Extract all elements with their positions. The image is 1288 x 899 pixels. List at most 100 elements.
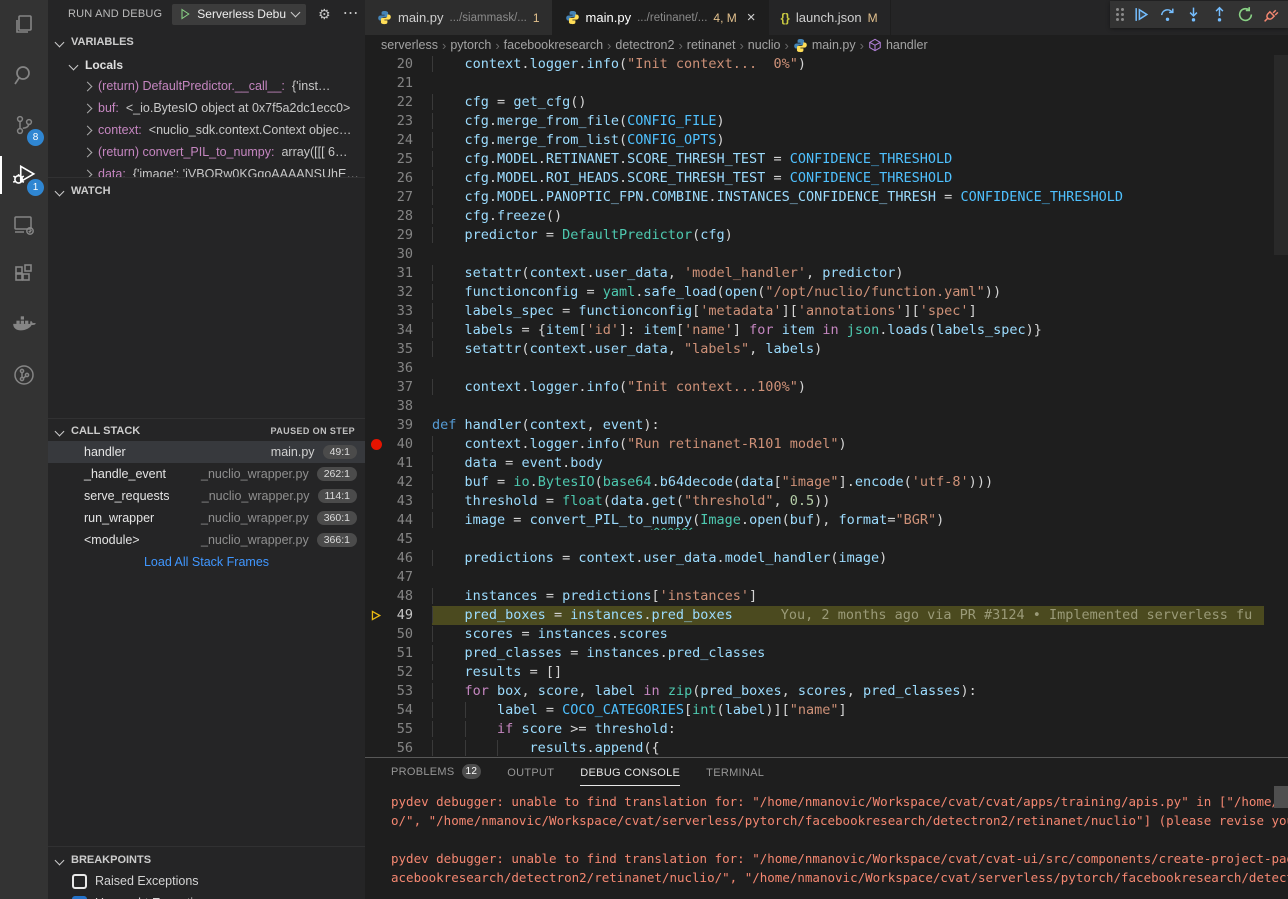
sidebar-item-docker[interactable]: [0, 300, 48, 350]
locals-scope-row[interactable]: Locals: [48, 55, 365, 75]
breadcrumb-item-main-py[interactable]: main.py: [793, 38, 856, 53]
panel-tab-terminal[interactable]: TERMINAL: [706, 767, 764, 786]
variable-row[interactable]: context: <nuclio_sdk.context.Context obj…: [48, 119, 365, 141]
sidebar-item-run-and-debug[interactable]: 1: [0, 150, 48, 200]
breakpoint-row[interactable]: ✓Uncaught Exceptions: [48, 892, 365, 899]
panel-scrollbar[interactable]: [1274, 786, 1288, 808]
watch-section-header[interactable]: WATCH: [48, 181, 365, 201]
continue-button[interactable]: [1130, 4, 1152, 26]
variable-row[interactable]: buf: <_io.BytesIO object at 0x7f5a2dc1ec…: [48, 97, 365, 119]
breadcrumb-item-pytorch[interactable]: pytorch: [450, 38, 491, 52]
checkbox[interactable]: ✓: [72, 896, 87, 899]
breakpoint-gutter[interactable]: [365, 321, 387, 340]
breakpoint-gutter[interactable]: [365, 302, 387, 321]
tab-main-py[interactable]: main.py.../siammask/...1: [365, 0, 553, 35]
breakpoint-gutter[interactable]: [365, 74, 387, 93]
breakpoint-gutter[interactable]: [365, 264, 387, 283]
close-icon[interactable]: ×: [747, 9, 756, 26]
breakpoint-gutter[interactable]: [365, 701, 387, 720]
breakpoint-gutter[interactable]: [365, 739, 387, 757]
breadcrumb-item-serverless[interactable]: serverless: [381, 38, 438, 52]
breakpoint-gutter[interactable]: [365, 511, 387, 530]
breakpoint-gutter[interactable]: [365, 492, 387, 511]
panel-tab-debug-console[interactable]: DEBUG CONSOLE: [580, 767, 680, 786]
console-line: pydev debugger: unable to find translati…: [391, 849, 1288, 868]
git-graph-icon: [12, 363, 36, 387]
breakpoint-gutter[interactable]: [365, 359, 387, 378]
variable-row[interactable]: (return) convert_PIL_to_numpy: array([[[…: [48, 141, 365, 163]
breakpoint-gutter[interactable]: [365, 473, 387, 492]
breakpoint-gutter[interactable]: [365, 188, 387, 207]
step-out-button[interactable]: [1208, 4, 1230, 26]
sidebar-item-source-control[interactable]: 8: [0, 100, 48, 150]
breadcrumb-item-retinanet[interactable]: retinanet: [687, 38, 736, 52]
sidebar-item-search[interactable]: [0, 50, 48, 100]
breadcrumb-item-facebookresearch[interactable]: facebookresearch: [504, 38, 603, 52]
breakpoint-gutter[interactable]: [365, 568, 387, 587]
breakpoint-gutter[interactable]: [365, 530, 387, 549]
sidebar-item-remote-explorer[interactable]: [0, 200, 48, 250]
restart-icon: [1237, 6, 1254, 23]
breakpoint-gutter[interactable]: [365, 644, 387, 663]
gear-icon[interactable]: ⚙: [318, 7, 331, 21]
checkbox[interactable]: [72, 874, 87, 889]
stack-frame-row[interactable]: run_wrapper_nuclio_wrapper.py360:1: [48, 507, 365, 529]
launch-config-dropdown[interactable]: Serverless Debu: [172, 4, 306, 25]
tab-main-py[interactable]: main.py.../retinanet/...4, M×: [553, 0, 769, 35]
breakpoint-gutter[interactable]: [365, 55, 387, 74]
call-stack-section-header[interactable]: CALL STACK PAUSED ON STEP: [48, 421, 365, 441]
breakpoint-gutter[interactable]: [365, 587, 387, 606]
breakpoint-gutter[interactable]: [365, 682, 387, 701]
stack-frame-row[interactable]: handlermain.py49:1: [48, 441, 365, 463]
breakpoint-gutter[interactable]: [365, 435, 387, 454]
sidebar-item-git-graph[interactable]: [0, 350, 48, 400]
breadcrumb-item-nuclio[interactable]: nuclio: [748, 38, 781, 52]
sidebar-item-extensions[interactable]: [0, 250, 48, 300]
code-text: [432, 245, 1264, 264]
more-actions-icon[interactable]: ⋯: [343, 6, 359, 22]
breakpoints-section-header[interactable]: BREAKPOINTS: [48, 850, 365, 870]
breakpoint-gutter[interactable]: [365, 245, 387, 264]
breakpoint-gutter[interactable]: [365, 340, 387, 359]
step-over-button[interactable]: [1156, 4, 1178, 26]
breakpoint-gutter[interactable]: [365, 93, 387, 112]
breakpoint-gutter[interactable]: [365, 112, 387, 131]
variables-section-header[interactable]: VARIABLES: [48, 32, 365, 52]
breakpoint-gutter[interactable]: [365, 283, 387, 302]
breakpoint-gutter[interactable]: [365, 131, 387, 150]
breakpoint-gutter[interactable]: [365, 454, 387, 473]
breakpoint-gutter[interactable]: [365, 226, 387, 245]
breakpoint-gutter[interactable]: [365, 606, 387, 625]
breakpoint-gutter[interactable]: [365, 150, 387, 169]
debug-console-output[interactable]: pydev debugger: unable to find translati…: [365, 786, 1288, 887]
load-all-stack-frames-link[interactable]: Load All Stack Frames: [48, 551, 365, 573]
breadcrumb-item-detectron2[interactable]: detectron2: [615, 38, 674, 52]
breakpoint-gutter[interactable]: [365, 207, 387, 226]
code-editor[interactable]: 20 context.logger.info("Init context... …: [365, 55, 1288, 757]
breakpoint-row[interactable]: Raised Exceptions: [48, 870, 365, 892]
breakpoint-gutter[interactable]: [365, 416, 387, 435]
sidebar-item-explorer[interactable]: [0, 0, 48, 50]
breakpoint-gutter[interactable]: [365, 663, 387, 682]
breakpoint-gutter[interactable]: [365, 625, 387, 644]
toolbar-drag-handle[interactable]: [1116, 8, 1124, 21]
stack-frame-row[interactable]: serve_requests_nuclio_wrapper.py114:1: [48, 485, 365, 507]
panel-tab-output[interactable]: OUTPUT: [507, 767, 554, 786]
panel-tab-problems[interactable]: PROBLEMS12: [391, 764, 481, 786]
variable-row[interactable]: (return) DefaultPredictor.__call__: {'in…: [48, 75, 365, 97]
breakpoint-gutter[interactable]: [365, 549, 387, 568]
breadcrumb-item-handler[interactable]: handler: [868, 38, 928, 52]
code-text: instances = predictions['instances']: [432, 587, 1264, 606]
variable-row[interactable]: data: {'image': 'iVBORw0KGgoAAAANSUhE…: [48, 163, 365, 177]
step-into-button[interactable]: [1182, 4, 1204, 26]
editor-scrollbar[interactable]: [1274, 55, 1288, 757]
stack-frame-row[interactable]: _handle_event_nuclio_wrapper.py262:1: [48, 463, 365, 485]
restart-button[interactable]: [1234, 4, 1256, 26]
breakpoint-gutter[interactable]: [365, 720, 387, 739]
breakpoint-gutter[interactable]: [365, 378, 387, 397]
disconnect-button[interactable]: [1260, 4, 1282, 26]
stack-frame-row[interactable]: <module>_nuclio_wrapper.py366:1: [48, 529, 365, 551]
breakpoint-gutter[interactable]: [365, 397, 387, 416]
tab-launch-json[interactable]: {}launch.jsonM: [769, 0, 891, 35]
breakpoint-gutter[interactable]: [365, 169, 387, 188]
